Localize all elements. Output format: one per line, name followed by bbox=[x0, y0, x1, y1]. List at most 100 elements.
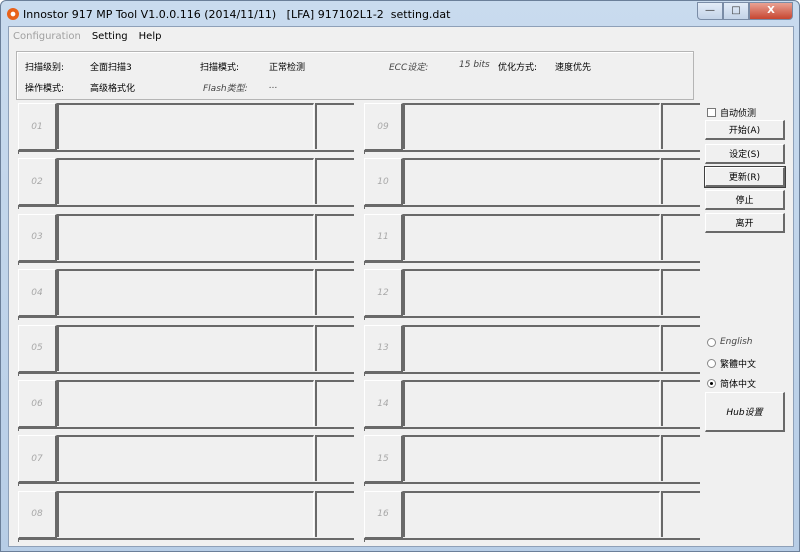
port-number: 14 bbox=[364, 380, 403, 428]
scan-mode-value: 正常检测 bbox=[269, 63, 306, 73]
port-number: 11 bbox=[364, 213, 403, 262]
port-number: 12 bbox=[364, 269, 403, 318]
port-number: 05 bbox=[18, 324, 57, 373]
ecc-label: ECC设定: bbox=[389, 63, 429, 73]
exit-button[interactable]: 离开 bbox=[705, 213, 785, 233]
port-number: 06 bbox=[18, 380, 57, 428]
port-slot: 01 bbox=[18, 103, 354, 154]
app-window: Innostor 917 MP Tool V1.0.0.116 (2014/11… bbox=[0, 0, 800, 552]
port-divider bbox=[364, 205, 700, 210]
language-radio-simplified-chinese[interactable]: 简体中文 bbox=[707, 377, 756, 390]
settings-button[interactable]: 设定(S) bbox=[705, 144, 785, 164]
port-progress-box bbox=[661, 380, 700, 426]
port-slot: 03 bbox=[18, 213, 354, 265]
minimize-button[interactable]: — bbox=[697, 2, 723, 20]
port-progress-box bbox=[661, 490, 700, 537]
port-status-box bbox=[57, 435, 314, 482]
optimize-value: 速度优先 bbox=[555, 63, 592, 73]
port-status-box bbox=[57, 380, 314, 426]
port-slot: 02 bbox=[18, 158, 354, 210]
port-number: 13 bbox=[364, 324, 403, 373]
port-status-box bbox=[57, 269, 314, 316]
port-progress-box bbox=[315, 269, 354, 316]
port-progress-box bbox=[661, 158, 700, 205]
title-bar: Innostor 917 MP Tool V1.0.0.116 (2014/11… bbox=[7, 6, 450, 22]
port-status-box bbox=[57, 213, 314, 260]
port-progress-box bbox=[315, 490, 354, 537]
refresh-button[interactable]: 更新(R) bbox=[704, 166, 786, 188]
port-slot: 07 bbox=[18, 435, 354, 487]
port-slot: 04 bbox=[18, 269, 354, 321]
port-slot: 10 bbox=[364, 158, 700, 210]
menu-configuration[interactable]: Configuration bbox=[13, 31, 81, 42]
port-number: 01 bbox=[18, 103, 57, 151]
port-status-box bbox=[403, 158, 660, 205]
port-progress-box bbox=[661, 435, 700, 482]
port-divider bbox=[364, 537, 700, 542]
port-divider bbox=[18, 371, 354, 376]
radio-label: English bbox=[720, 337, 753, 347]
language-radio-traditional-chinese[interactable]: 繁體中文 bbox=[707, 357, 756, 370]
client-area: Configuration Setting Help 扫描级别: 全面扫描3 扫… bbox=[8, 26, 794, 547]
hub-settings-button[interactable]: Hub设置 bbox=[705, 392, 785, 432]
port-progress-box bbox=[661, 269, 700, 316]
radio-label: 繁體中文 bbox=[720, 360, 757, 370]
port-progress-box bbox=[315, 380, 354, 426]
language-radio-english[interactable]: English bbox=[707, 337, 753, 347]
menu-bar: Configuration Setting Help bbox=[13, 29, 161, 44]
port-slot: 08 bbox=[18, 490, 354, 542]
port-status-box bbox=[57, 158, 314, 205]
radio-icon bbox=[707, 337, 716, 347]
window-title: Innostor 917 MP Tool V1.0.0.116 (2014/11… bbox=[23, 7, 451, 21]
port-divider bbox=[18, 427, 354, 431]
port-divider bbox=[18, 150, 354, 154]
port-status-box bbox=[403, 490, 660, 537]
port-progress-box bbox=[315, 324, 354, 371]
port-divider bbox=[18, 316, 354, 321]
port-slot: 15 bbox=[364, 435, 700, 487]
auto-detect-checkbox[interactable]: 自动侦测 bbox=[707, 106, 756, 119]
port-slot: 12 bbox=[364, 269, 700, 321]
port-progress-box bbox=[315, 158, 354, 205]
port-number: 10 bbox=[364, 158, 403, 207]
port-slot: 09 bbox=[364, 103, 700, 154]
menu-help[interactable]: Help bbox=[139, 31, 162, 42]
port-divider bbox=[18, 205, 354, 210]
scan-level-value: 全面扫描3 bbox=[90, 63, 132, 73]
auto-detect-label: 自动侦测 bbox=[720, 109, 757, 119]
port-status-box bbox=[57, 490, 314, 537]
port-divider bbox=[18, 482, 354, 487]
port-status-box bbox=[403, 435, 660, 482]
port-slot: 13 bbox=[364, 324, 700, 376]
maximize-button[interactable]: □ bbox=[723, 2, 749, 20]
port-number: 04 bbox=[18, 269, 57, 318]
op-mode-label: 操作模式: bbox=[25, 84, 65, 94]
op-mode-value: 高级格式化 bbox=[90, 84, 136, 94]
port-divider bbox=[364, 371, 700, 376]
port-status-box bbox=[57, 103, 314, 149]
port-divider bbox=[364, 427, 700, 431]
port-status-box bbox=[403, 380, 660, 426]
start-button[interactable]: 开始(A) bbox=[705, 120, 785, 140]
stop-button[interactable]: 停止 bbox=[705, 190, 785, 210]
port-progress-box bbox=[315, 213, 354, 260]
port-divider bbox=[18, 537, 354, 542]
checkbox-icon bbox=[707, 108, 716, 117]
port-divider bbox=[364, 260, 700, 265]
port-slot: 11 bbox=[364, 213, 700, 265]
port-slot: 14 bbox=[364, 380, 700, 431]
port-slot: 05 bbox=[18, 324, 354, 376]
optimize-label: 优化方式: bbox=[498, 63, 538, 73]
port-status-box bbox=[57, 324, 314, 371]
port-divider bbox=[364, 316, 700, 321]
scan-mode-label: 扫描模式: bbox=[200, 63, 240, 73]
port-slot: 16 bbox=[364, 490, 700, 542]
menu-setting[interactable]: Setting bbox=[92, 31, 128, 42]
close-button[interactable]: X bbox=[749, 2, 793, 20]
info-panel: 扫描级别: 全面扫描3 扫描模式: 正常检测 ECC设定: 15 bits 优化… bbox=[16, 51, 694, 100]
port-number: 15 bbox=[364, 435, 403, 484]
port-status-box bbox=[403, 213, 660, 260]
flash-type-label: Flash类型: bbox=[203, 84, 248, 94]
radio-selected-icon bbox=[707, 379, 716, 388]
port-progress-box bbox=[315, 103, 354, 149]
